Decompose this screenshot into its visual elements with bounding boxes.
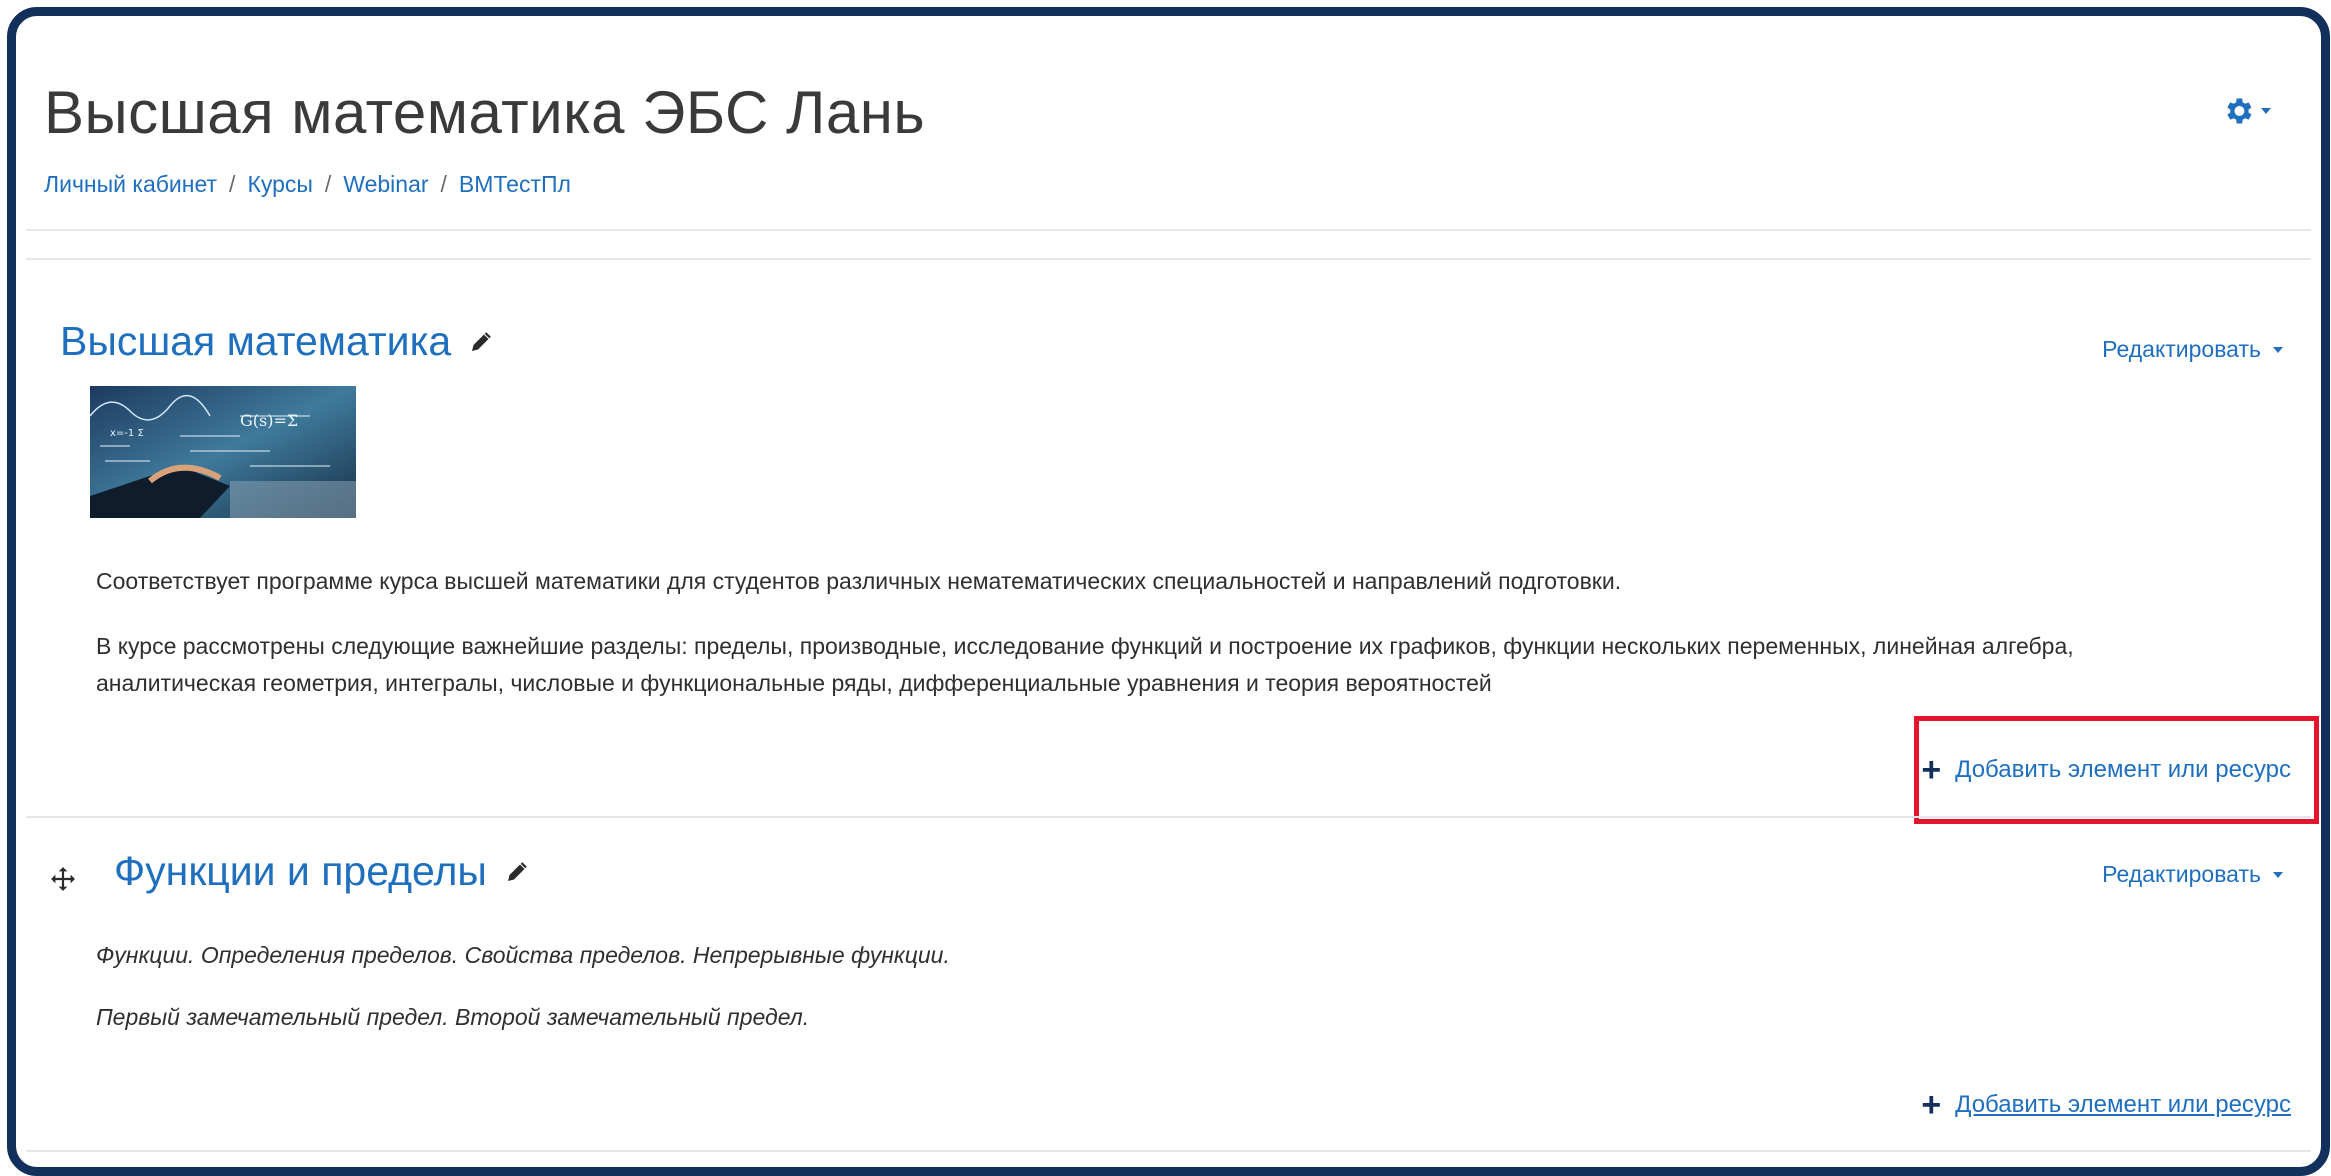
window-frame: Высшая математика ЭБС Лань Личный кабине… [7,7,2330,1176]
section-summary: Соответствует программе курса высшей мат… [96,568,1622,594]
breadcrumb-webinar[interactable]: Webinar [343,171,428,197]
divider [26,258,2311,260]
section-summary: аналитическая геометрия, интегралы, числ… [96,670,1492,696]
breadcrumb-course[interactable]: ВМТестПл [459,171,571,197]
settings-menu-button[interactable] [2221,94,2271,128]
edit-label: Редактировать [2102,336,2261,362]
course-image: G(s)=Σ x=-1 Σ [90,386,356,518]
section-summary: Функции. Определения пределов. Свойства … [96,942,950,968]
chevron-down-icon [2273,346,2283,353]
pencil-icon[interactable] [505,860,529,884]
section-title-text[interactable]: Функции и пределы [114,848,487,895]
section-title: Высшая математика [60,318,493,365]
chevron-down-icon [2273,871,2283,878]
section-divider [26,816,2311,818]
section-edit-menu[interactable]: Редактировать [2102,336,2283,363]
breadcrumb: Личный кабинет / Курсы / Webinar / ВМТестПл [44,171,571,197]
svg-text:G(s)=Σ: G(s)=Σ [240,411,298,430]
section-summary: Первый замечательный предел. Второй заме… [96,1004,810,1030]
divider [26,229,2311,231]
highlight-box [1914,716,2319,824]
gear-icon [2227,98,2252,124]
section-title-text[interactable]: Высшая математика [60,318,451,365]
page-title: Высшая математика ЭБС Лань [44,79,926,146]
breadcrumb-dashboard[interactable]: Личный кабинет [44,171,217,197]
section-edit-menu[interactable]: Редактировать [2102,861,2283,888]
move-icon[interactable] [50,866,76,892]
section-summary: В курсе рассмотрены следующие важнейшие … [96,633,2074,659]
add-activity-label: Добавить элемент или ресурс [1955,1091,2291,1118]
add-activity-button[interactable]: + Добавить элемент или ресурс [1921,1088,2291,1122]
breadcrumb-courses[interactable]: Курсы [247,171,312,197]
pencil-icon[interactable] [469,330,493,354]
edit-label: Редактировать [2102,861,2261,887]
chevron-down-icon [2261,108,2271,114]
section-divider [26,1150,2311,1152]
svg-text:x=-1 Σ: x=-1 Σ [110,428,144,439]
plus-icon: + [1921,1086,1942,1124]
section-title: Функции и пределы [114,848,529,895]
